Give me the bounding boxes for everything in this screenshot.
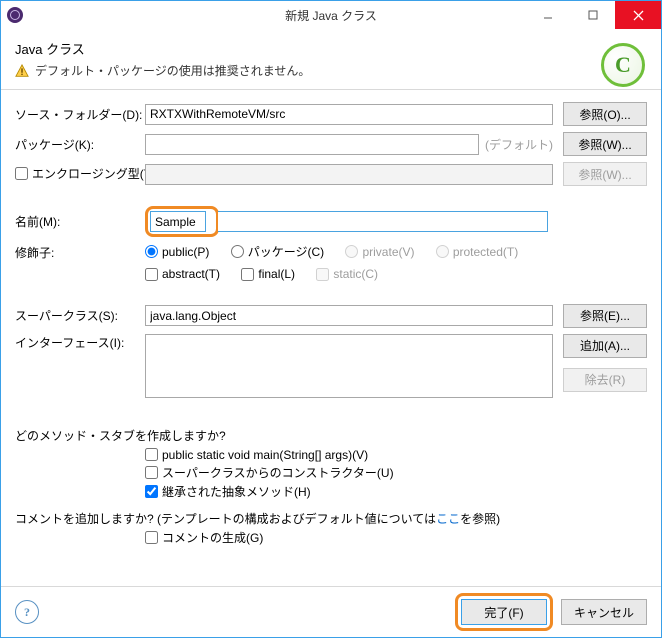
modifier-package-radio[interactable]: [231, 245, 244, 258]
comments-question: コメントを追加しますか? (テンプレートの構成およびデフォルト値についてはここを…: [15, 510, 647, 527]
enclosing-type-checkbox[interactable]: [15, 167, 28, 180]
help-icon[interactable]: ?: [15, 600, 39, 624]
browse-superclass-button[interactable]: 参照(E)...: [563, 304, 647, 328]
name-label: 名前(M):: [15, 213, 145, 230]
remove-interface-button: 除去(R): [563, 368, 647, 392]
finish-highlight: 完了(F): [455, 593, 553, 631]
package-default-hint: (デフォルト): [485, 136, 553, 153]
source-folder-label: ソース・フォルダー(D):: [15, 106, 145, 123]
maximize-button[interactable]: [570, 1, 615, 29]
banner-message: デフォルト・パッケージの使用は推奨されません。: [15, 62, 647, 79]
modifier-final-checkbox[interactable]: [241, 268, 254, 281]
modifier-static-checkbox: [316, 268, 329, 281]
class-badge-icon: C: [601, 43, 645, 87]
close-button[interactable]: [615, 1, 661, 29]
modifier-private-radio: [345, 245, 358, 258]
banner-message-text: デフォルト・パッケージの使用は推奨されません。: [35, 62, 310, 79]
modifier-public-radio[interactable]: [145, 245, 158, 258]
window-controls: [525, 1, 661, 29]
form-body: ソース・フォルダー(D): 参照(O)... パッケージ(K): (デフォルト)…: [1, 90, 661, 586]
name-highlight: [145, 206, 219, 237]
warning-icon: [15, 64, 29, 78]
app-icon: [7, 7, 23, 23]
stub-main-checkbox[interactable]: [145, 448, 158, 461]
browse-source-button[interactable]: 参照(O)...: [563, 102, 647, 126]
dialog-window: 新規 Java クラス Java クラス デフォルト・パッケージの使用は推奨され…: [0, 0, 662, 638]
banner-title: Java クラス: [15, 39, 647, 58]
browse-enclosing-button: 参照(W)...: [563, 162, 647, 186]
source-folder-input[interactable]: [145, 104, 553, 125]
interfaces-list[interactable]: [145, 334, 553, 398]
title-bar: 新規 Java クラス: [1, 1, 661, 29]
button-bar: ? 完了(F) キャンセル: [1, 587, 661, 637]
modifier-label: 修飾子:: [15, 244, 145, 261]
name-input-ext[interactable]: [218, 211, 548, 232]
add-interface-button[interactable]: 追加(A)...: [563, 334, 647, 358]
stub-inherited-checkbox[interactable]: [145, 485, 158, 498]
interfaces-label: インターフェース(I):: [15, 334, 145, 351]
package-label: パッケージ(K):: [15, 136, 145, 153]
stub-super-ctor-checkbox[interactable]: [145, 466, 158, 479]
package-input[interactable]: [145, 134, 479, 155]
superclass-label: スーパークラス(S):: [15, 307, 145, 324]
comments-here-link[interactable]: ここ: [436, 512, 460, 526]
banner: Java クラス デフォルト・パッケージの使用は推奨されません。 C: [1, 29, 661, 89]
superclass-input[interactable]: [145, 305, 553, 326]
stubs-question: どのメソッド・スタブを作成しますか?: [15, 427, 647, 444]
generate-comments-checkbox[interactable]: [145, 531, 158, 544]
enclosing-type-input: [145, 164, 553, 185]
name-input[interactable]: [150, 211, 206, 232]
finish-button[interactable]: 完了(F): [461, 599, 547, 625]
enclosing-type-label: エンクロージング型(Y):: [15, 165, 145, 183]
browse-package-button[interactable]: 参照(W)...: [563, 132, 647, 156]
modifier-abstract-checkbox[interactable]: [145, 268, 158, 281]
cancel-button[interactable]: キャンセル: [561, 599, 647, 625]
modifier-protected-radio: [436, 245, 449, 258]
minimize-button[interactable]: [525, 1, 570, 29]
